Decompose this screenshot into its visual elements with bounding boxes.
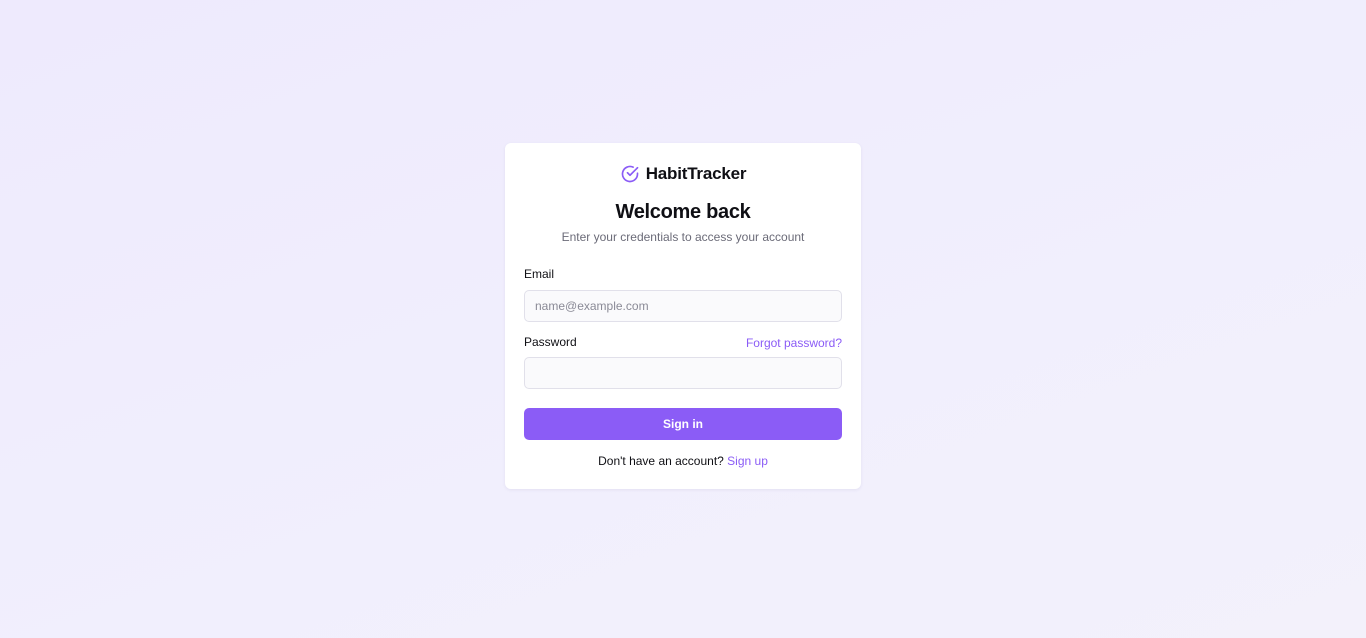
brand: HabitTracker [505,164,861,184]
brand-name: HabitTracker [645,164,747,183]
login-card: HabitTracker Welcome back Enter your cre… [505,143,861,489]
sign-up-link[interactable]: Sign up [727,454,768,468]
page-subtitle: Enter your credentials to access your ac… [561,230,805,244]
signup-prompt-text: Don't have an account? [598,454,724,468]
signup-prompt: Don't have an account? Sign up [505,454,861,468]
sign-in-button[interactable]: Sign in [524,408,842,440]
password-label: Password [524,335,577,349]
forgot-password-link[interactable]: Forgot password? [746,336,842,350]
email-label: Email [524,267,555,281]
password-field[interactable] [524,357,842,389]
page-title: Welcome back [615,201,751,223]
email-field[interactable] [524,290,842,322]
check-circle-icon [620,164,640,184]
